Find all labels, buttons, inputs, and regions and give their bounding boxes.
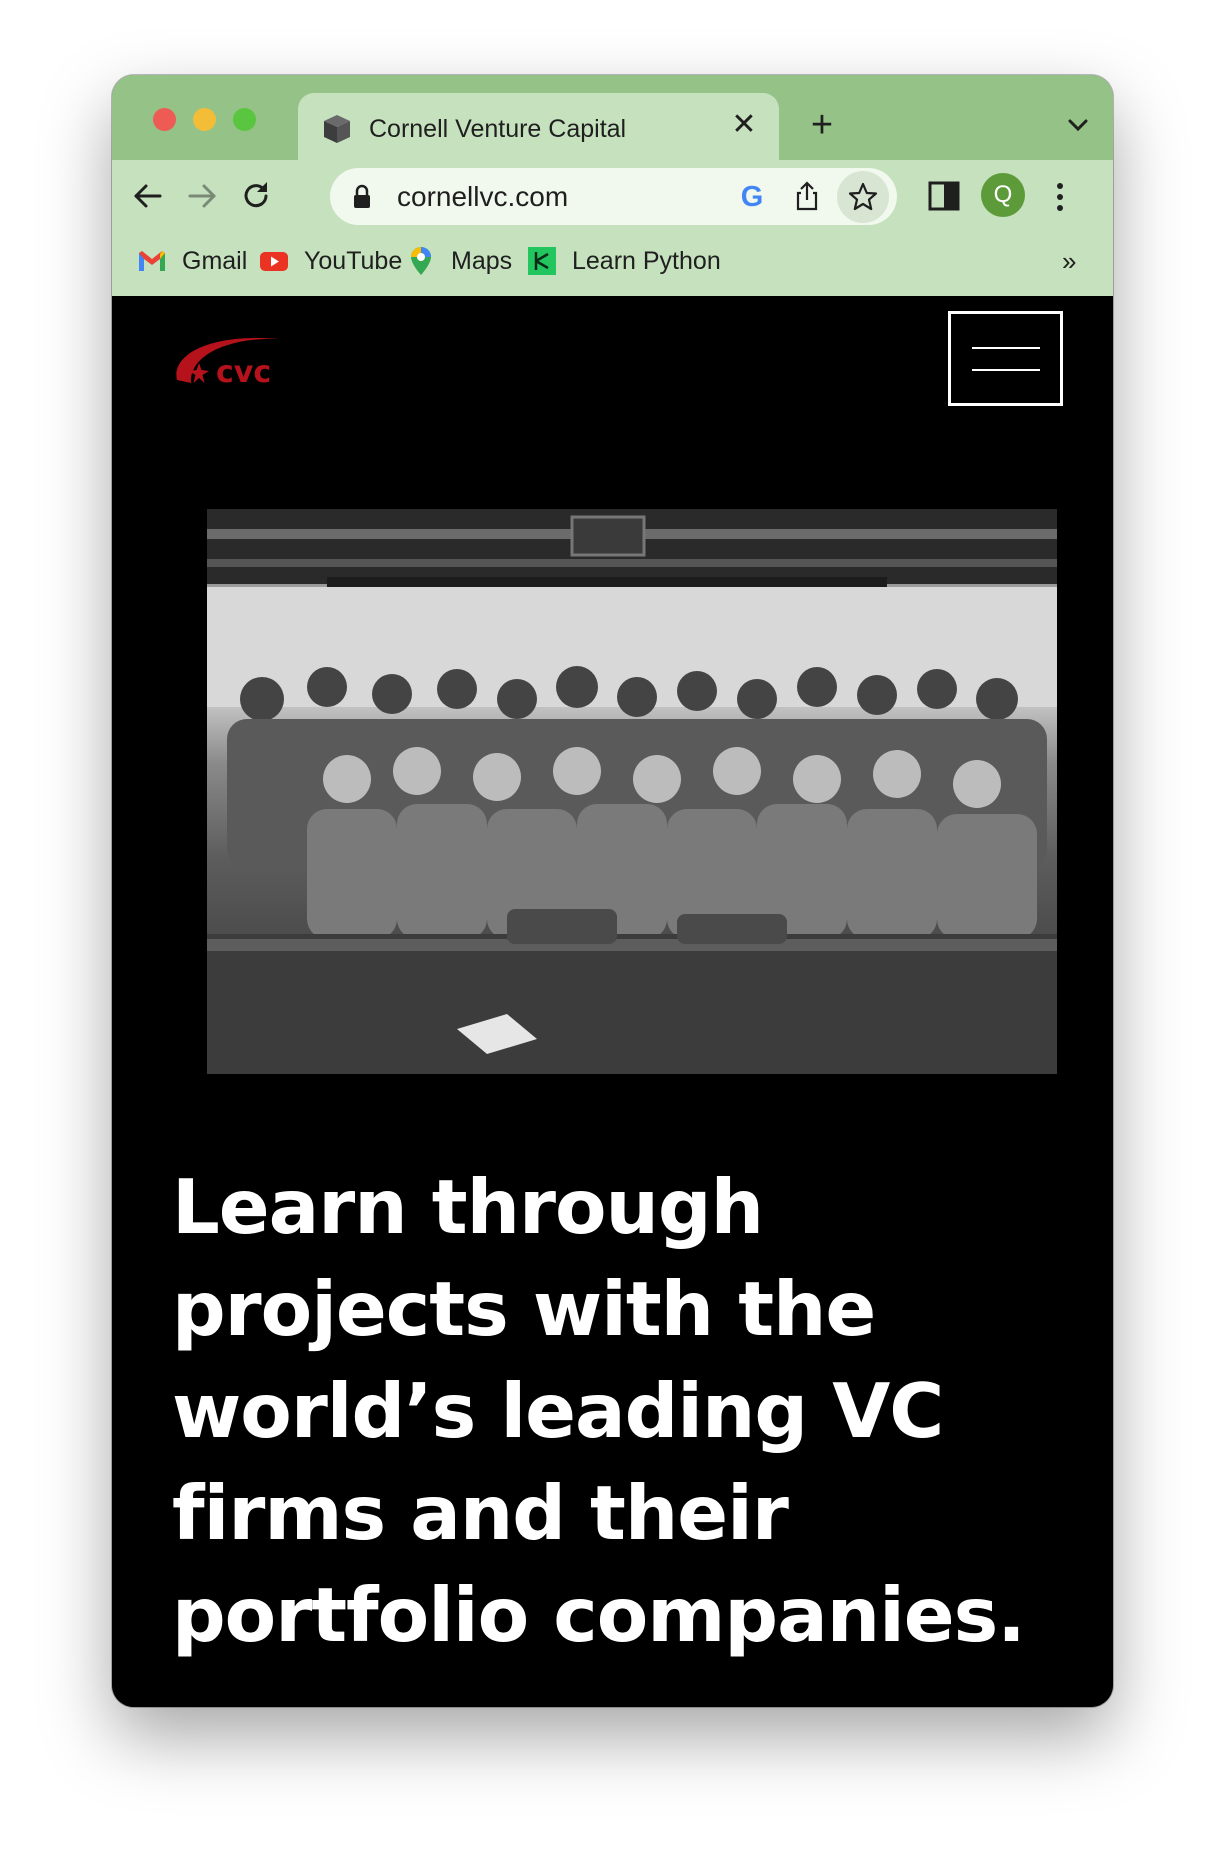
share-icon[interactable] (790, 179, 824, 213)
bookmark-label: Gmail (182, 246, 248, 275)
reload-icon[interactable] (234, 174, 278, 218)
hero-headline: Learn through projects with the world’s … (172, 1163, 1026, 1659)
menu-line (972, 347, 1040, 349)
minimize-window-button[interactable] (193, 108, 216, 131)
browser-window: Cornell Venture Capital ✕ + cornellvc.co… (112, 75, 1113, 1707)
group-photo-illustration (207, 509, 1057, 1074)
page-content: cvc Learn through projects with the worl… (112, 296, 1113, 1707)
new-tab-icon[interactable]: + (802, 105, 842, 145)
menu-line (972, 369, 1040, 371)
cvc-logo[interactable]: cvc (169, 325, 297, 393)
bookmark-youtube[interactable]: YouTube (258, 243, 402, 279)
bookmark-label: Maps (451, 246, 513, 275)
cube-favicon-icon (324, 115, 350, 143)
tab-cornell-venture-capital[interactable]: Cornell Venture Capital ✕ (298, 93, 779, 163)
forward-arrow-icon[interactable] (180, 174, 224, 218)
bookmark-maps[interactable]: Maps (405, 243, 512, 279)
star-icon (848, 182, 878, 211)
bookmark-star-button[interactable] (837, 171, 889, 223)
tab-title: Cornell Venture Capital (369, 115, 627, 143)
youtube-icon (260, 252, 288, 271)
browser-chrome: Cornell Venture Capital ✕ + cornellvc.co… (112, 75, 1113, 296)
chevron-down-icon[interactable] (1058, 105, 1098, 145)
team-group-photo (207, 509, 1057, 1074)
more-menu-icon[interactable] (1050, 175, 1070, 219)
url-text[interactable]: cornellvc.com (397, 179, 568, 214)
close-tab-icon[interactable]: ✕ (727, 108, 761, 142)
bookmark-learn-python[interactable]: Learn Python (526, 243, 721, 279)
maximize-window-button[interactable] (233, 108, 256, 131)
address-bar[interactable]: cornellvc.com G (330, 168, 897, 225)
logo-text: cvc (216, 355, 271, 390)
hamburger-menu-button[interactable] (948, 311, 1063, 406)
bookmark-label: YouTube (304, 246, 403, 275)
profile-avatar[interactable]: Q (981, 173, 1025, 217)
side-panel-icon[interactable] (924, 176, 964, 216)
gmail-icon (139, 251, 165, 271)
bookmark-gmail[interactable]: Gmail (136, 243, 247, 279)
datacamp-icon (528, 247, 556, 275)
bookmarks-overflow-icon[interactable]: » (1062, 243, 1076, 279)
close-window-button[interactable] (153, 108, 176, 131)
maps-icon (411, 247, 431, 275)
tab-strip: Cornell Venture Capital ✕ + (112, 75, 1113, 163)
lock-icon[interactable] (352, 184, 372, 210)
google-icon[interactable]: G (736, 181, 768, 213)
bookmark-label: Learn Python (572, 246, 721, 275)
back-arrow-icon[interactable] (126, 174, 170, 218)
